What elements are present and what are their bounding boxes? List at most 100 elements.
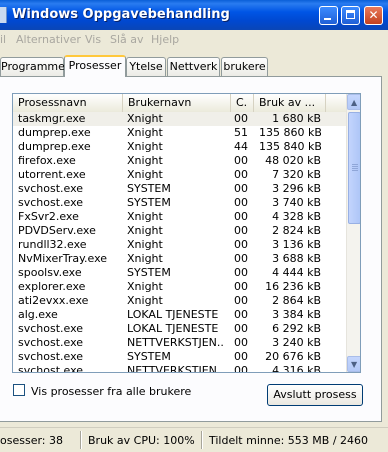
process-cpu: 00 <box>234 112 248 125</box>
tab-programs[interactable]: Programmer <box>0 57 69 76</box>
process-user: Xnight <box>127 252 163 265</box>
menu-help[interactable]: Hjelp <box>151 33 179 46</box>
process-mem: 48 020 kB <box>265 154 321 167</box>
process-row[interactable]: dumprep.exe Xnight 44 135 840 kB <box>13 140 346 154</box>
process-row[interactable]: svchost.exe NETTVERKSTJEN... 00 3 240 kB <box>13 336 346 350</box>
title-bar[interactable]: Windows Oppgavebehandling ✕ <box>0 0 388 30</box>
process-row[interactable]: svchost.exe LOKAL TJENESTE 00 6 292 kB <box>13 322 346 336</box>
process-user: Xnight <box>127 294 163 307</box>
status-bar: osesser: 38 Bruk av CPU: 100% Tildelt mi… <box>0 427 388 452</box>
process-row[interactable]: svchost.exe NETTVERKSTJEN... 00 4 316 kB <box>13 364 346 373</box>
process-name: dumprep.exe <box>18 126 91 139</box>
process-name: svchost.exe <box>18 364 84 373</box>
process-cpu: 51 <box>234 126 248 139</box>
process-cpu: 00 <box>234 350 248 363</box>
process-row[interactable]: firefox.exe Xnight 00 48 020 kB <box>13 154 346 168</box>
process-mem: 20 676 kB <box>265 350 321 363</box>
process-user: SYSTEM <box>127 350 171 363</box>
process-mem: 3 384 kB <box>272 308 321 321</box>
process-row[interactable]: svchost.exe SYSTEM 00 20 676 kB <box>13 350 346 364</box>
process-cpu: 00 <box>234 252 248 265</box>
process-row[interactable]: PDVDServ.exe Xnight 00 2 824 kB <box>13 224 346 238</box>
process-name: svchost.exe <box>18 182 84 195</box>
process-rows: taskmgr.exe Xnight 00 1 680 kB dumprep.exe Xn… <box>13 112 346 373</box>
process-cpu: 00 <box>234 224 248 237</box>
scroll-down-icon: ▼ <box>351 360 358 369</box>
col-mem-usage[interactable]: Bruk av ... <box>254 94 326 112</box>
show-all-processes-checkbox[interactable] <box>13 384 25 396</box>
menu-options[interactable]: Alternativer <box>16 33 81 46</box>
process-user: Xnight <box>127 210 163 223</box>
taskmgr-icon <box>0 7 7 23</box>
status-process-count: osesser: 38 <box>0 434 63 447</box>
status-commit-charge: Tildelt minne: 553 MB / 2460 <box>209 434 369 447</box>
process-row[interactable]: FxSvr2.exe Xnight 00 4 328 kB <box>13 210 346 224</box>
process-user: Xnight <box>127 224 163 237</box>
tab-processes[interactable]: Prosesser <box>64 55 126 77</box>
process-list[interactable]: Prosessnavn Brukernavn C. Bruk av ... ta… <box>12 93 361 373</box>
process-row[interactable]: alg.exe LOKAL TJENESTE 00 3 384 kB <box>13 308 346 322</box>
menu-view[interactable]: Vis <box>85 33 101 46</box>
scroll-down-button[interactable]: ▼ <box>347 356 360 372</box>
process-mem: 3 136 kB <box>272 238 321 251</box>
process-name: PDVDServ.exe <box>18 224 96 237</box>
process-name: alg.exe <box>18 308 58 321</box>
process-name: FxSvr2.exe <box>18 210 79 223</box>
process-row[interactable]: ati2evxx.exe Xnight 00 2 864 kB <box>13 294 346 308</box>
process-name: NvMixerTray.exe <box>18 252 108 265</box>
process-mem: 4 316 kB <box>272 364 321 373</box>
process-user: SYSTEM <box>127 266 171 279</box>
col-image-name[interactable]: Prosessnavn <box>13 94 123 112</box>
process-row[interactable]: spoolsv.exe SYSTEM 00 4 444 kB <box>13 266 346 280</box>
process-name: dumprep.exe <box>18 140 91 153</box>
scroll-thumb[interactable] <box>348 112 360 224</box>
process-name: firefox.exe <box>18 154 76 167</box>
col-cpu[interactable]: C. <box>231 94 254 112</box>
process-user: LOKAL TJENESTE <box>127 322 219 335</box>
process-cpu: 00 <box>234 308 248 321</box>
tab-networking[interactable]: Nettverk <box>167 57 220 76</box>
process-mem: 3 688 kB <box>272 252 321 265</box>
process-user: Xnight <box>127 112 163 125</box>
process-cpu: 00 <box>234 364 248 373</box>
process-mem: 4 444 kB <box>272 266 321 279</box>
column-header: Prosessnavn Brukernavn C. Bruk av ... <box>13 94 346 113</box>
process-name: svchost.exe <box>18 350 84 363</box>
process-cpu: 00 <box>234 154 248 167</box>
process-row[interactable]: explorer.exe Xnight 00 16 236 kB <box>13 280 346 294</box>
minimize-button[interactable] <box>319 6 338 25</box>
process-row[interactable]: dumprep.exe Xnight 51 135 860 kB <box>13 126 346 140</box>
process-name: ati2evxx.exe <box>18 294 89 307</box>
tab-performance[interactable]: Ytelse <box>126 57 166 76</box>
process-mem: 3 740 kB <box>272 196 321 209</box>
process-cpu: 00 <box>234 196 248 209</box>
process-user: SYSTEM <box>127 182 171 195</box>
process-row[interactable]: utorrent.exe Xnight 00 7 320 kB <box>13 168 346 182</box>
process-user: SYSTEM <box>127 196 171 209</box>
menu-file[interactable]: il <box>0 33 6 46</box>
process-row[interactable]: svchost.exe SYSTEM 00 3 740 kB <box>13 196 346 210</box>
maximize-button[interactable] <box>341 6 360 25</box>
process-row[interactable]: NvMixerTray.exe Xnight 00 3 688 kB <box>13 252 346 266</box>
process-row[interactable]: svchost.exe SYSTEM 00 3 296 kB <box>13 182 346 196</box>
process-mem: 3 296 kB <box>272 182 321 195</box>
process-mem: 4 328 kB <box>272 210 321 223</box>
col-user-name[interactable]: Brukernavn <box>123 94 231 112</box>
show-all-processes-label: Vis prosesser fra alle brukere <box>31 385 192 398</box>
scroll-up-button[interactable]: ▲ <box>347 94 360 110</box>
tab-users[interactable]: brukere <box>221 57 268 76</box>
process-user: Xnight <box>127 140 163 153</box>
process-row[interactable]: taskmgr.exe Xnight 00 1 680 kB <box>13 112 346 126</box>
process-cpu: 00 <box>234 168 248 181</box>
process-cpu: 00 <box>234 294 248 307</box>
end-process-button[interactable]: Avslutt prosess <box>267 384 363 406</box>
process-name: explorer.exe <box>18 280 86 293</box>
menu-shutdown[interactable]: Slå av <box>110 33 144 46</box>
process-row[interactable]: rundll32.exe Xnight 00 3 136 kB <box>13 238 346 252</box>
vertical-scrollbar[interactable]: ▲ ▼ <box>346 94 360 372</box>
process-name: svchost.exe <box>18 336 84 349</box>
scroll-up-icon: ▲ <box>351 98 358 107</box>
close-button[interactable]: ✕ <box>364 6 383 25</box>
process-mem: 2 864 kB <box>272 294 321 307</box>
process-name: taskmgr.exe <box>18 112 86 125</box>
